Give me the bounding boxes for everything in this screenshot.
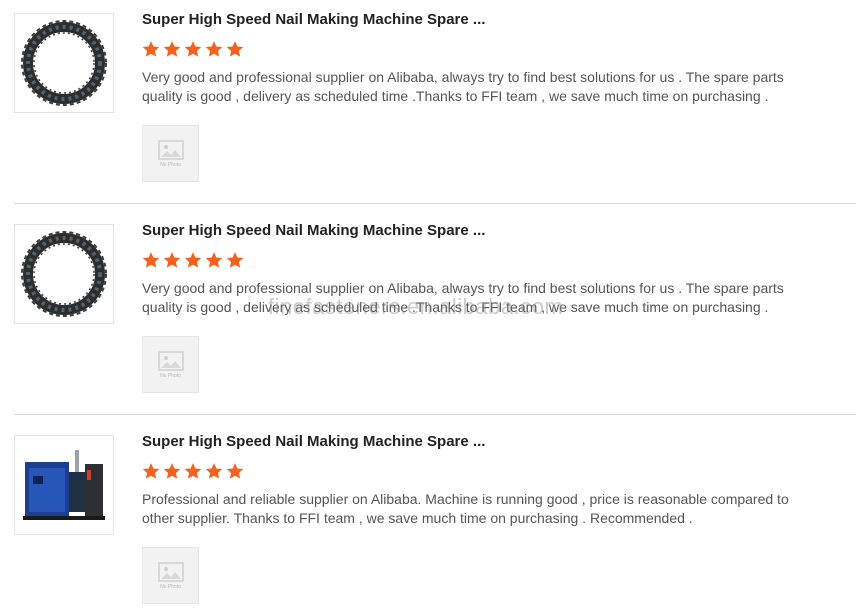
chain-ring-image [21,20,107,106]
star-icon [184,251,202,269]
rating-stars [142,40,244,60]
star-icon [142,40,160,58]
review-divider [14,414,856,415]
review-text: Professional and reliable supplier on Al… [142,491,789,526]
reviews-page: Super High Speed Nail Making Machine Spa… [0,0,856,613]
blue-machine-image [23,450,105,520]
rating-stars [142,462,244,482]
review-item: Super High Speed Nail Making Machine Spa… [0,0,856,211]
rating-stars [142,251,244,271]
review-product-title[interactable]: Super High Speed Nail Making Machine Spa… [142,11,485,28]
review-item: Super High Speed Nail Making Machine Spa… [0,422,856,613]
chain-ring-image [21,231,107,317]
star-icon [163,40,181,58]
star-icon [226,462,244,480]
star-icon [226,40,244,58]
product-thumbnail[interactable] [14,13,114,113]
star-icon [205,40,223,58]
review-text: Very good and professional supplier on A… [142,280,784,315]
star-icon [205,462,223,480]
no-photo-label: No Photo [160,583,181,590]
star-icon [142,462,160,480]
review-item: Super High Speed Nail Making Machine Spa… [0,211,856,422]
image-placeholder-icon [157,561,184,582]
star-icon [226,251,244,269]
review-text: Very good and professional supplier on A… [142,69,784,104]
star-icon [205,251,223,269]
star-icon [163,251,181,269]
no-photo-label: No Photo [160,161,181,168]
product-thumbnail[interactable] [14,435,114,535]
image-placeholder-icon [157,139,184,160]
review-product-title[interactable]: Super High Speed Nail Making Machine Spa… [142,222,485,239]
image-placeholder-icon [157,350,184,371]
review-divider [14,203,856,204]
review-product-title[interactable]: Super High Speed Nail Making Machine Spa… [142,433,485,450]
product-thumbnail[interactable] [14,224,114,324]
star-icon [184,40,202,58]
review-photo-placeholder[interactable]: No Photo [142,336,199,393]
review-photo-placeholder[interactable]: No Photo [142,125,199,182]
star-icon [184,462,202,480]
review-photo-placeholder[interactable]: No Photo [142,547,199,604]
no-photo-label: No Photo [160,372,181,379]
star-icon [142,251,160,269]
star-icon [163,462,181,480]
